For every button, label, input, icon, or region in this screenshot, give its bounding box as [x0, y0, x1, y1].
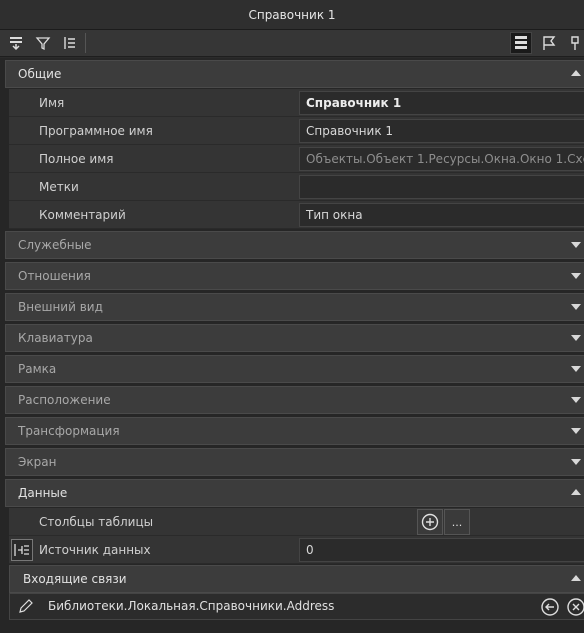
section-label: Экран	[18, 455, 57, 469]
expand-icon[interactable]	[571, 428, 581, 434]
section-layout[interactable]: Расположение	[5, 386, 584, 414]
expand-icon[interactable]	[571, 242, 581, 248]
section-relations[interactable]: Отношения	[5, 262, 584, 290]
tags-field[interactable]	[299, 175, 584, 199]
full-name-field[interactable]: Объекты.Объект 1.Ресурсы.Окна.Окно 1.Схе…	[299, 147, 584, 171]
section-label: Отношения	[18, 269, 91, 283]
pin-icon[interactable]	[564, 32, 584, 54]
section-data[interactable]: Данные	[5, 479, 584, 507]
expand-icon[interactable]	[571, 397, 581, 403]
collapse-icon[interactable]	[571, 575, 581, 581]
toolbar	[0, 30, 584, 57]
link-source-icon[interactable]	[11, 539, 33, 561]
plus-circle-icon	[421, 513, 439, 531]
edit-icon[interactable]	[18, 598, 34, 617]
collapse-icon[interactable]	[571, 70, 581, 76]
prop-label: Источник данных	[39, 543, 151, 557]
section-frame[interactable]: Рамка	[5, 355, 584, 383]
incoming-link-row: Библиотеки.Локальная.Справочники.Address	[9, 593, 584, 620]
expand-icon[interactable]	[59, 32, 81, 54]
expand-icon[interactable]	[571, 366, 581, 372]
section-label: Расположение	[18, 393, 111, 407]
prop-row-comment: Комментарий Тип окна	[9, 201, 584, 229]
program-name-field[interactable]: Справочник 1	[299, 119, 584, 143]
properties-list-icon[interactable]	[510, 32, 532, 54]
section-label: Данные	[18, 486, 68, 500]
expand-icon[interactable]	[571, 273, 581, 279]
subsection-incoming-links[interactable]: Входящие связи	[9, 565, 584, 593]
go-to-link-icon[interactable]	[540, 597, 560, 620]
prop-row-name: Имя Справочник 1	[9, 89, 584, 117]
expand-icon[interactable]	[571, 459, 581, 465]
filter-icon[interactable]	[32, 32, 54, 54]
prop-label: Полное имя	[39, 152, 114, 166]
name-field[interactable]: Справочник 1	[299, 91, 584, 115]
prop-label: Комментарий	[39, 208, 126, 222]
prop-label: Столбцы таблицы	[39, 515, 154, 529]
section-label: Рамка	[18, 362, 57, 376]
add-column-button[interactable]	[417, 509, 443, 535]
section-label: Трансформация	[18, 424, 120, 438]
section-keyboard[interactable]: Клавиатура	[5, 324, 584, 352]
data-source-field[interactable]: 0	[299, 538, 584, 562]
prop-label: Имя	[39, 96, 65, 110]
expand-icon[interactable]	[571, 304, 581, 310]
remove-link-icon[interactable]	[566, 597, 584, 620]
section-general[interactable]: Общие	[5, 60, 584, 88]
prop-row-tags: Метки	[9, 173, 584, 201]
section-screen[interactable]: Экран	[5, 448, 584, 476]
section-label: Общие	[18, 67, 62, 81]
window-title: Справочник 1	[0, 0, 584, 30]
expand-icon[interactable]	[571, 335, 581, 341]
collapse-icon[interactable]	[571, 489, 581, 495]
section-label: Входящие связи	[23, 572, 127, 586]
prop-row-full-name: Полное имя Объекты.Объект 1.Ресурсы.Окна…	[9, 145, 584, 173]
prop-label: Метки	[39, 180, 79, 194]
section-appearance[interactable]: Внешний вид	[5, 293, 584, 321]
flag-icon[interactable]	[538, 32, 560, 54]
section-service[interactable]: Служебные	[5, 231, 584, 259]
sort-icon[interactable]	[5, 32, 27, 54]
prop-label: Программное имя	[39, 124, 153, 138]
section-label: Внешний вид	[18, 300, 103, 314]
section-label: Служебные	[18, 238, 92, 252]
prop-row-program-name: Программное имя Справочник 1	[9, 117, 584, 145]
comment-field[interactable]: Тип окна	[299, 203, 584, 227]
section-transform[interactable]: Трансформация	[5, 417, 584, 445]
prop-row-table-columns: Столбцы таблицы ...	[9, 508, 584, 536]
prop-row-data-source: Источник данных 0	[9, 536, 584, 564]
incoming-link-path[interactable]: Библиотеки.Локальная.Справочники.Address	[48, 594, 334, 619]
toolbar-separator	[85, 33, 86, 53]
more-button[interactable]: ...	[444, 509, 470, 535]
section-label: Клавиатура	[18, 331, 93, 345]
